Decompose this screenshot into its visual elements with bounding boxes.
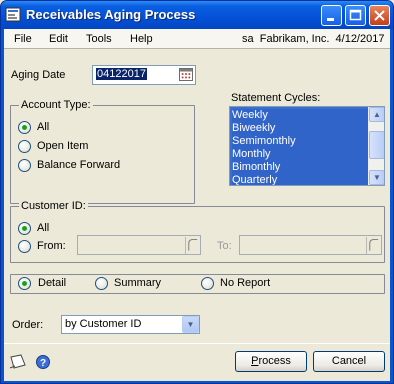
customer-id-to-field[interactable] [239, 235, 382, 255]
chevron-down-icon[interactable]: ▼ [182, 316, 199, 333]
cancel-button[interactable]: Cancel [313, 351, 385, 372]
order-value: by Customer ID [65, 318, 142, 330]
account-type-open-item-radio[interactable] [18, 140, 31, 153]
account-type-balance-forward-radio[interactable] [18, 159, 31, 172]
help-icon[interactable]: ? [36, 355, 50, 369]
order-dropdown[interactable]: by Customer ID ▼ [61, 315, 200, 334]
menu-file[interactable]: File [14, 33, 32, 45]
account-type-group: Account Type: All Open Item Balance Forw… [10, 99, 195, 204]
customer-id-all-label[interactable]: All [37, 222, 49, 234]
minimize-button[interactable] [321, 5, 342, 26]
customer-id-from-radio[interactable] [18, 240, 31, 253]
account-type-balance-forward-label[interactable]: Balance Forward [37, 159, 120, 171]
menu-bar: File Edit Tools Help sa Fabrikam, Inc. 4… [4, 29, 390, 49]
lookup-icon[interactable] [185, 237, 199, 254]
statement-cycles-label: Statement Cycles: [231, 92, 321, 104]
scroll-thumb[interactable] [369, 131, 384, 159]
account-type-all-label[interactable]: All [37, 121, 49, 133]
menu-edit[interactable]: Edit [49, 33, 68, 45]
account-type-open-item-label[interactable]: Open Item [37, 140, 88, 152]
svg-text:?: ? [40, 358, 46, 369]
dialog-window: Receivables Aging Process File Edit Tool… [0, 0, 394, 384]
divider [4, 343, 390, 344]
customer-id-group: Customer ID: All From: To: [10, 200, 385, 263]
user-company-date: sa Fabrikam, Inc. 4/12/2017 [242, 33, 385, 45]
aging-date-field[interactable]: 04122017 [92, 65, 196, 85]
calendar-icon[interactable] [179, 68, 193, 81]
aging-date-label: Aging Date [11, 69, 66, 81]
report-summary-label[interactable]: Summary [114, 277, 161, 289]
scroll-down-icon[interactable]: ▼ [369, 170, 384, 185]
report-none-label[interactable]: No Report [220, 277, 270, 289]
report-summary-radio[interactable] [95, 277, 108, 290]
customer-id-from-label[interactable]: From: [37, 240, 66, 252]
close-button[interactable] [369, 5, 390, 26]
window-title: Receivables Aging Process [26, 7, 196, 22]
statement-cycles-scrollbar[interactable]: ▲ ▼ [368, 107, 384, 185]
dialog-client: File Edit Tools Help sa Fabrikam, Inc. 4… [4, 29, 390, 381]
list-item[interactable]: Weekly [232, 109, 368, 122]
aging-date-value: 04122017 [96, 68, 147, 80]
order-label: Order: [12, 319, 44, 331]
process-button[interactable]: Process [235, 351, 307, 372]
menu-tools[interactable]: Tools [86, 33, 112, 45]
list-item[interactable]: Quarterly [232, 174, 368, 185]
menu-help[interactable]: Help [130, 33, 153, 45]
note-icon[interactable] [9, 354, 27, 370]
report-type-group: Detail Summary No Report [10, 274, 385, 294]
customer-id-to-label: To: [217, 240, 232, 252]
customer-id-from-field[interactable] [77, 235, 201, 255]
close-icon [374, 10, 385, 21]
statement-cycles-list[interactable]: Weekly Biweekly Semimonthly Monthly Bimo… [229, 106, 385, 186]
title-bar[interactable]: Receivables Aging Process [1, 1, 393, 29]
report-detail-radio[interactable] [18, 277, 31, 290]
account-type-all-radio[interactable] [18, 121, 31, 134]
list-item[interactable]: Semimonthly [232, 135, 368, 148]
account-type-title: Account Type: [19, 99, 93, 111]
app-icon [5, 7, 21, 22]
list-item[interactable]: Biweekly [232, 122, 368, 135]
customer-id-title: Customer ID: [19, 200, 88, 212]
customer-id-all-radio[interactable] [18, 222, 31, 235]
list-item[interactable]: Monthly [232, 148, 368, 161]
process-button-label: rocess [258, 355, 291, 367]
list-item[interactable]: Bimonthly [232, 161, 368, 174]
lookup-icon[interactable] [366, 237, 380, 254]
scroll-up-icon[interactable]: ▲ [369, 107, 384, 122]
minimize-icon [327, 18, 334, 21]
maximize-icon [349, 9, 362, 21]
report-none-radio[interactable] [201, 277, 214, 290]
report-detail-label[interactable]: Detail [38, 277, 66, 289]
maximize-button[interactable] [345, 5, 366, 26]
